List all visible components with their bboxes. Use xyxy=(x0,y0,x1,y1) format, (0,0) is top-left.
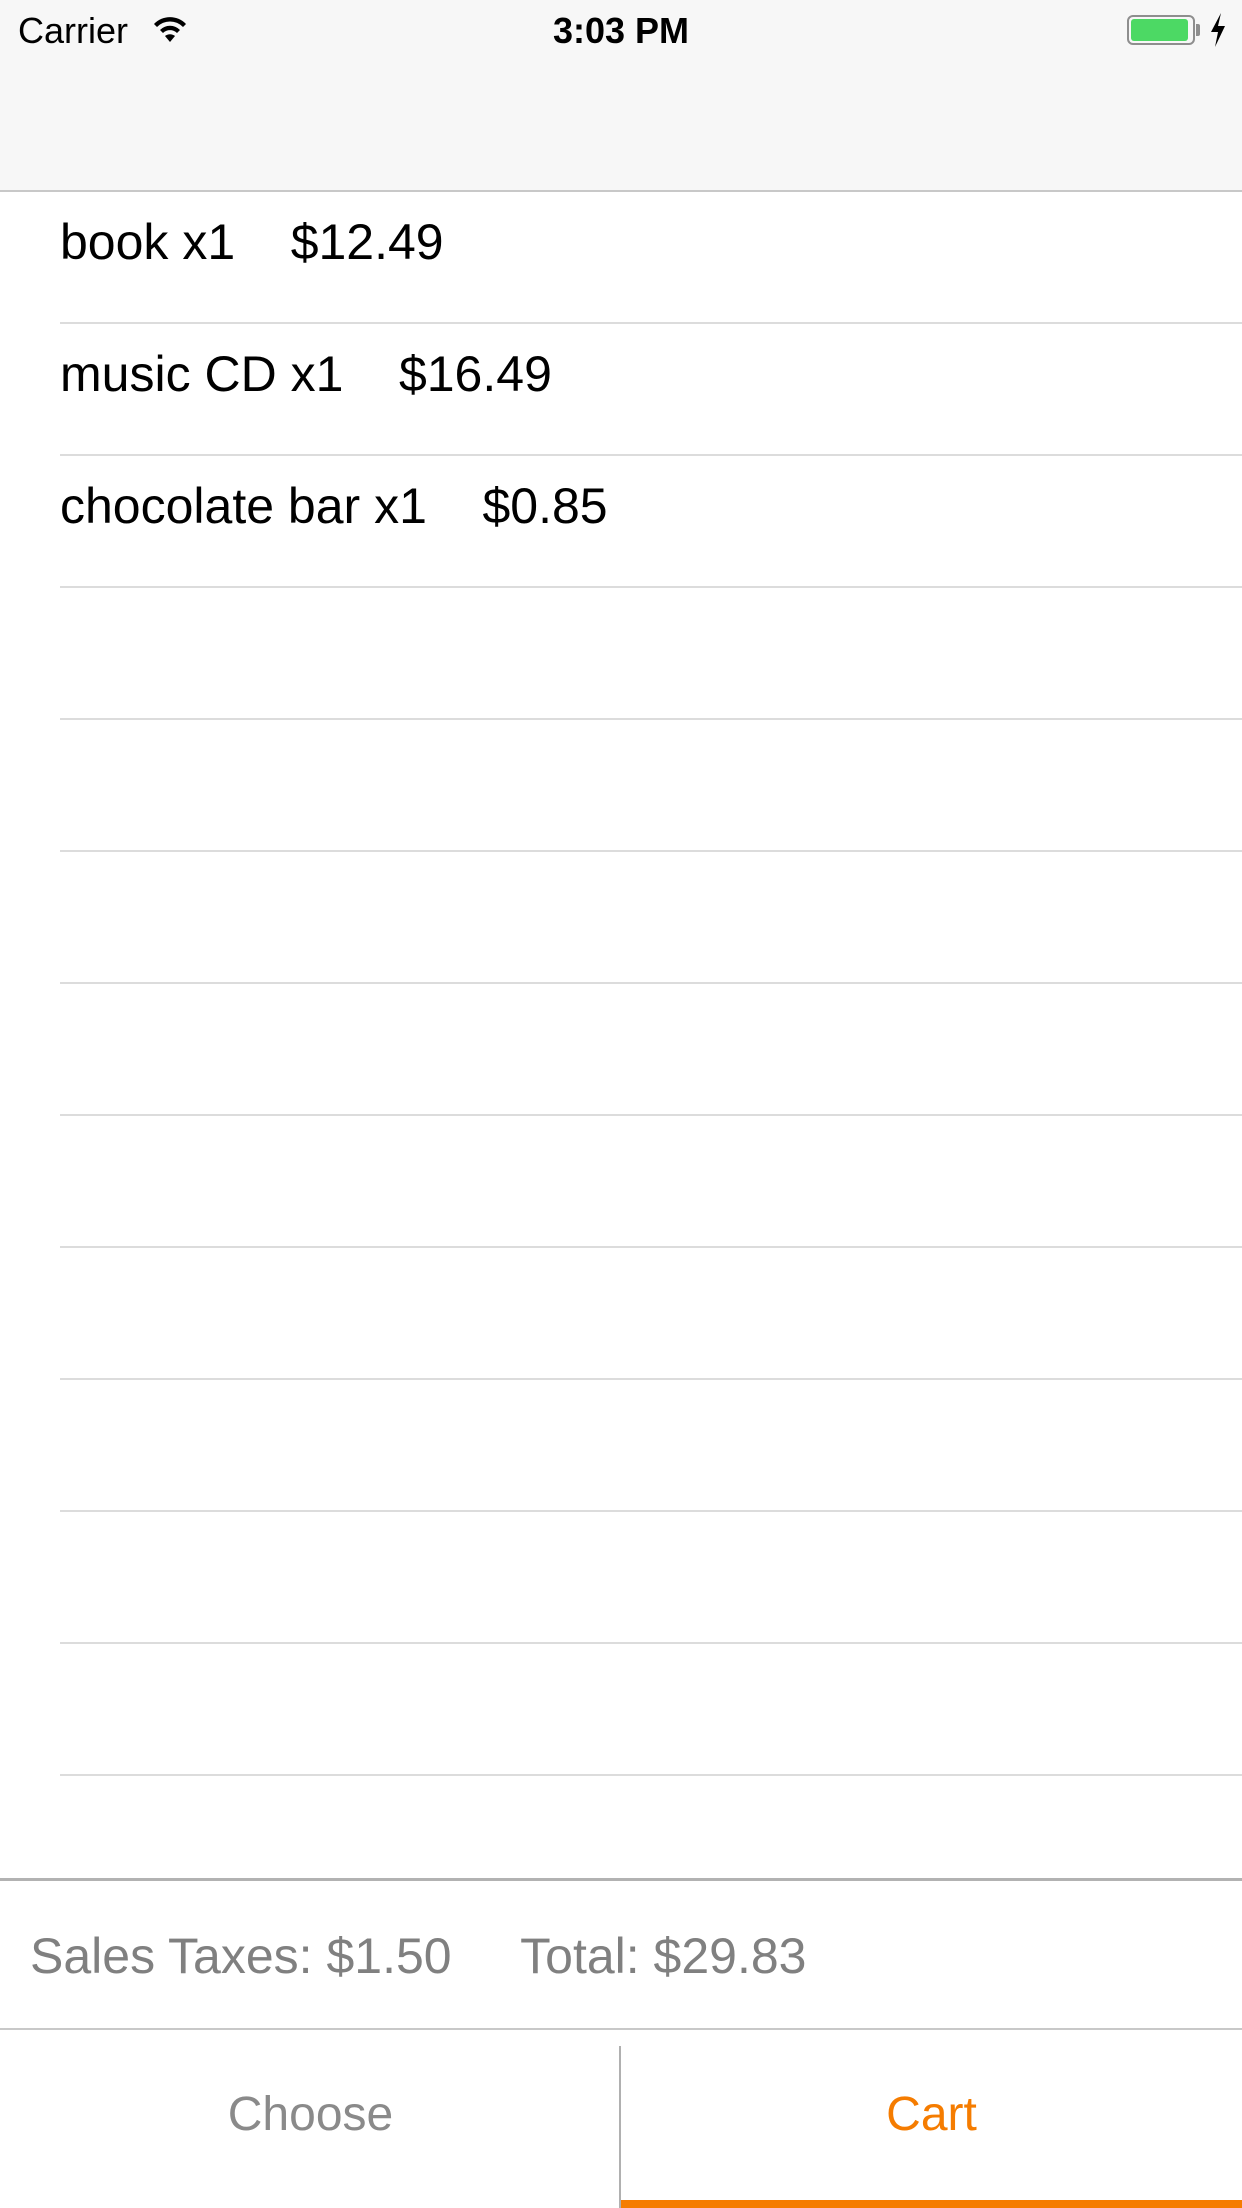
empty-list-item xyxy=(60,588,1242,720)
list-item[interactable]: chocolate bar x1 $0.85 xyxy=(60,456,1242,588)
status-and-navigation-bar: Carrier 3:03 PM xyxy=(0,0,1242,192)
empty-list-item xyxy=(60,1248,1242,1380)
app-screen: Carrier 3:03 PM book x1 $12.49 music CD … xyxy=(0,0,1242,2208)
charging-bolt-icon xyxy=(1211,13,1225,47)
tab-choose[interactable]: Choose xyxy=(0,2030,621,2208)
empty-list-item xyxy=(60,1512,1242,1644)
cart-items-list[interactable]: book x1 $12.49 music CD x1 $16.49 chocol… xyxy=(0,192,1242,1880)
battery-tip xyxy=(1196,24,1200,36)
battery-level-fill xyxy=(1131,19,1188,41)
active-tab-indicator xyxy=(621,2200,1242,2208)
cart-item-label: book x1 $12.49 xyxy=(60,214,444,270)
empty-list-item xyxy=(60,852,1242,984)
empty-list-item xyxy=(60,720,1242,852)
status-time: 3:03 PM xyxy=(552,10,690,51)
bottom-tab-bar: Choose Cart xyxy=(0,2030,1242,2208)
list-item[interactable]: book x1 $12.49 xyxy=(60,192,1242,324)
empty-list-item xyxy=(60,1116,1242,1248)
empty-list-item xyxy=(60,1380,1242,1512)
totals-bar: Sales Taxes: $1.50 Total: $29.83 xyxy=(0,1878,1242,2030)
cart-item-label: chocolate bar x1 $0.85 xyxy=(60,478,608,534)
tab-cart[interactable]: Cart xyxy=(621,2030,1242,2208)
empty-list-item xyxy=(60,984,1242,1116)
cart-item-label: music CD x1 $16.49 xyxy=(60,346,552,402)
battery-icon xyxy=(1127,15,1195,45)
taxes-and-total-label: Sales Taxes: $1.50 Total: $29.83 xyxy=(30,1928,807,1984)
list-item[interactable]: music CD x1 $16.49 xyxy=(60,324,1242,456)
empty-list-item xyxy=(60,1644,1242,1776)
